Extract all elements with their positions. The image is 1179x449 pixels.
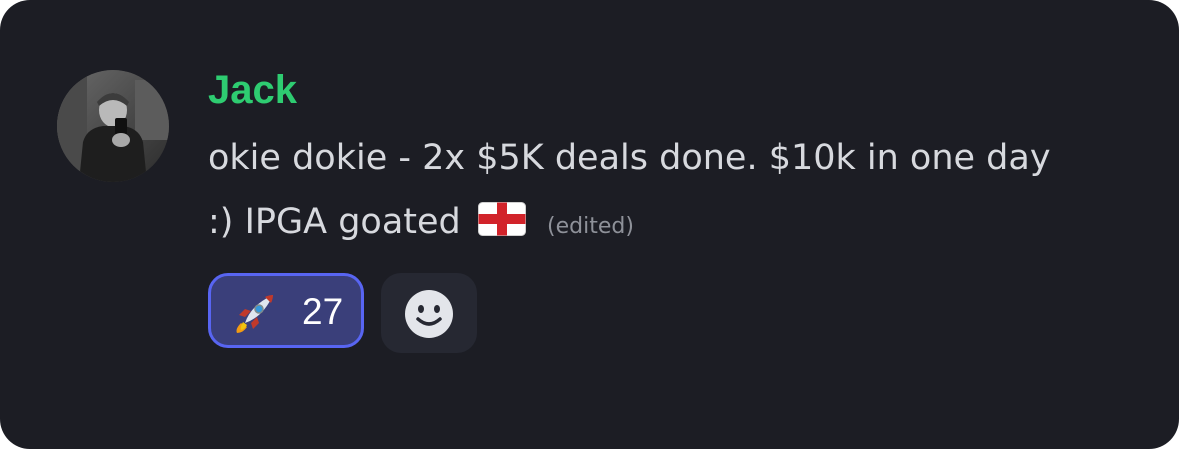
message-content: okie dokie - 2x $5K deals done. $10k in … [208,126,1148,259]
message-text-line2: :) IPGA goated [208,202,461,242]
author-name[interactable]: Jack [208,64,297,116]
england-flag-icon [477,202,526,236]
reaction-count: 27 [302,291,344,332]
avatar[interactable] [57,70,169,182]
avatar-photo [57,70,169,182]
rocket-icon [236,295,273,333]
message-card: Jack okie dokie - 2x $5K deals done. $10… [0,0,1179,449]
message-text-line1: okie dokie - 2x $5K deals done. $10k in … [208,138,1051,178]
edited-label: (edited) [547,214,634,239]
add-reaction-button[interactable] [381,273,477,353]
smiley-face-icon [405,290,453,338]
rocket-reaction-button[interactable]: 27 [208,273,364,348]
